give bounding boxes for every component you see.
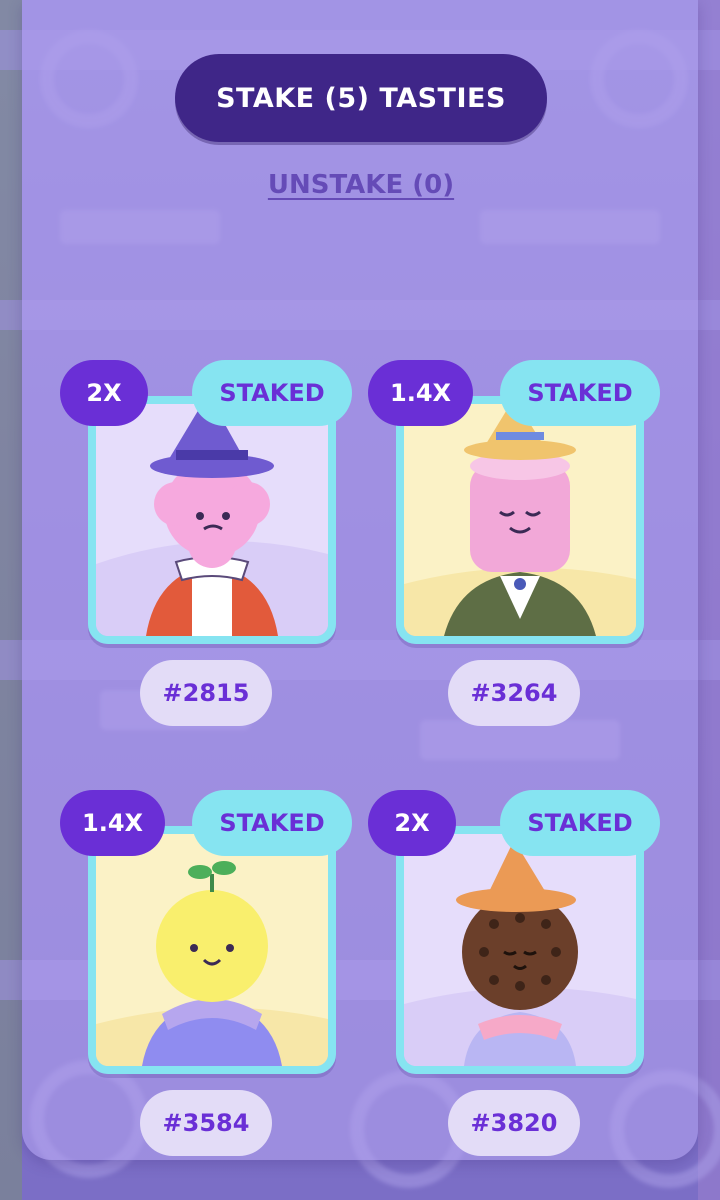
nft-artwork: [396, 826, 644, 1074]
nft-artwork: [88, 826, 336, 1074]
nft-card[interactable]: 1.4X STAKED #3264: [368, 360, 668, 740]
nft-card[interactable]: 2X STAKED #3820: [368, 790, 668, 1160]
token-id-label: #3820: [448, 1090, 580, 1156]
unstake-link[interactable]: UNSTAKE (0): [252, 170, 470, 200]
staking-panel: STAKE (5) TASTIES UNSTAKE (0) 2X STAKED …: [22, 0, 698, 1160]
multiplier-badge: 1.4X: [368, 360, 474, 426]
staked-status-badge: STAKED: [192, 790, 352, 856]
staked-status-badge: STAKED: [192, 360, 352, 426]
staked-status-badge: STAKED: [500, 360, 660, 426]
nft-artwork: [396, 396, 644, 644]
nft-artwork: [88, 396, 336, 644]
token-id-label: #3264: [448, 660, 580, 726]
multiplier-badge: 2X: [60, 360, 148, 426]
multiplier-badge: 2X: [368, 790, 456, 856]
token-id-label: #3584: [140, 1090, 272, 1156]
token-id-label: #2815: [140, 660, 272, 726]
stake-button[interactable]: STAKE (5) TASTIES: [175, 54, 547, 142]
staked-status-badge: STAKED: [500, 790, 660, 856]
nft-card[interactable]: 1.4X STAKED #3584: [60, 790, 360, 1160]
multiplier-badge: 1.4X: [60, 790, 166, 856]
nft-card[interactable]: 2X STAKED #2815: [60, 360, 360, 740]
